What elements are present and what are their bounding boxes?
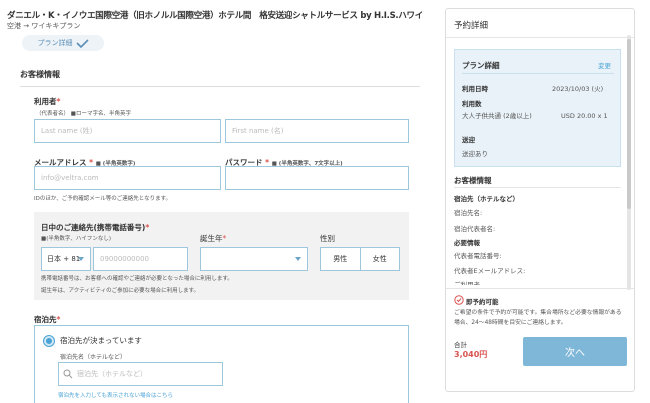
rep-more-row: ご利用者 xyxy=(454,281,480,285)
phone-help-2: 誕生年は、アクティビティのご参加に必要な場合に利用します。 xyxy=(41,288,200,294)
next-button[interactable]: 次へ xyxy=(523,337,627,366)
plan-detail-button[interactable]: プラン詳細 xyxy=(22,35,104,51)
user-label: 利用者* xyxy=(34,97,61,106)
divider xyxy=(20,86,420,87)
search-icon xyxy=(63,369,73,379)
last-name-input[interactable]: Last name (姓) xyxy=(34,119,221,143)
total-label: 合計 xyxy=(454,341,467,349)
rep-email-row: 代表者Eメールアドレス: xyxy=(454,267,526,275)
first-name-input[interactable]: First name (名) xyxy=(225,119,409,143)
password-input[interactable] xyxy=(225,166,409,190)
lodging-rep-row: 宿泊代表者名: xyxy=(454,225,496,233)
required-info-heading: 必要情報 xyxy=(454,239,480,247)
gender-label: 性別 xyxy=(320,234,335,243)
plan-detail-card: プラン詳細 変更 利用日時 2023/10/03 (火) 利用数 大人子供共通 … xyxy=(454,49,621,167)
check-circle-icon xyxy=(454,295,464,305)
phone-input[interactable]: 09000000000 xyxy=(93,247,188,271)
phone-label: 日中のご連絡先(携帯電話番号)* xyxy=(41,223,150,232)
chevron-down-icon xyxy=(78,257,84,261)
user-note: （代表者名） ■ローマ字名、半角英字 xyxy=(36,111,131,117)
phone-note: ■(半角数字、ハイフンなし) xyxy=(41,236,111,242)
lodging-name-row: 宿泊先名: xyxy=(454,209,483,217)
plan-detail-label: プラン詳細 xyxy=(37,39,73,47)
divider xyxy=(462,73,614,74)
change-link[interactable]: 変更 xyxy=(598,60,611,70)
hotel-search-input[interactable]: 宿泊先（ホテルなど） xyxy=(58,362,223,386)
scrollbar-thumb[interactable] xyxy=(627,39,631,209)
country-code-select[interactable]: 日本 + 81 xyxy=(41,247,91,271)
customer-info-summary-heading: お客様情報 xyxy=(454,176,492,185)
hotel-search-placeholder: 宿泊先（ホテルなど） xyxy=(77,370,147,378)
instant-booking-label: 即予約可能 xyxy=(466,298,499,306)
divider xyxy=(446,37,634,38)
total-price: 3,040円 xyxy=(454,350,488,359)
birth-label: 誕生年* xyxy=(200,234,227,243)
date-value: 2023/10/03 (火) xyxy=(552,85,604,93)
rep-phone-row: 代表者電話番号: xyxy=(454,252,502,260)
transfer-value: 送迎あり xyxy=(462,150,488,158)
check-icon xyxy=(75,38,89,48)
hotel-not-found-link[interactable]: 宿泊先を入力しても表示されない場合はこちら xyxy=(58,391,173,399)
gender-female-option[interactable]: 女性 xyxy=(359,248,400,270)
page-title: ダニエル・K・イノウエ国際空港（旧ホノルル国際空港）ホテル間 格安送迎シャトルサ… xyxy=(7,11,423,21)
customer-info-heading: お客様情報 xyxy=(20,70,60,79)
divider xyxy=(454,187,621,188)
id-note: IDのほか、ご予約確認メール等のご連絡先となります。 xyxy=(34,196,172,202)
transfer-label: 送迎 xyxy=(462,136,475,144)
plan-route: 空港 → ワイキキプラン xyxy=(7,22,81,30)
gender-toggle: 男性 女性 xyxy=(320,247,400,271)
birth-year-select[interactable] xyxy=(200,247,308,271)
divider xyxy=(446,288,634,289)
lodging-option-label: 宿泊先が決まっています xyxy=(60,336,142,345)
chevron-down-icon xyxy=(295,257,301,261)
lodging-summary-heading: 宿泊先（ホテルなど） xyxy=(454,195,519,203)
instant-booking-note: ご希望の条件で予約が可能です。集合場所など必要な情報がある場合、24〜48時間を… xyxy=(454,310,622,326)
lodging-label: 宿泊先* xyxy=(34,315,61,324)
hotel-name-label: 宿泊先名（ホテルなど） xyxy=(60,354,127,361)
count-item: 大人子供共通 (2歳以上) xyxy=(462,112,532,120)
date-label: 利用日時 xyxy=(462,85,488,93)
plan-detail-title: プラン詳細 xyxy=(462,61,500,70)
email-input[interactable]: info@veltra.com xyxy=(34,166,221,190)
lodging-radio[interactable] xyxy=(44,336,54,346)
summary-heading: 予約詳細 xyxy=(454,21,489,31)
reservation-summary-panel: 予約詳細 プラン詳細 変更 利用日時 2023/10/03 (火) 利用数 大人… xyxy=(445,8,635,392)
count-label: 利用数 xyxy=(462,100,482,108)
country-code-value: 日本 + 81 xyxy=(47,255,81,263)
phone-help-1: 携帯電話番号は、お客様への確認やご連絡が必要となった場合に利用します。 xyxy=(41,276,233,282)
count-price: USD 20.00 x 1 xyxy=(561,112,608,120)
gender-male-option[interactable]: 男性 xyxy=(321,248,360,270)
